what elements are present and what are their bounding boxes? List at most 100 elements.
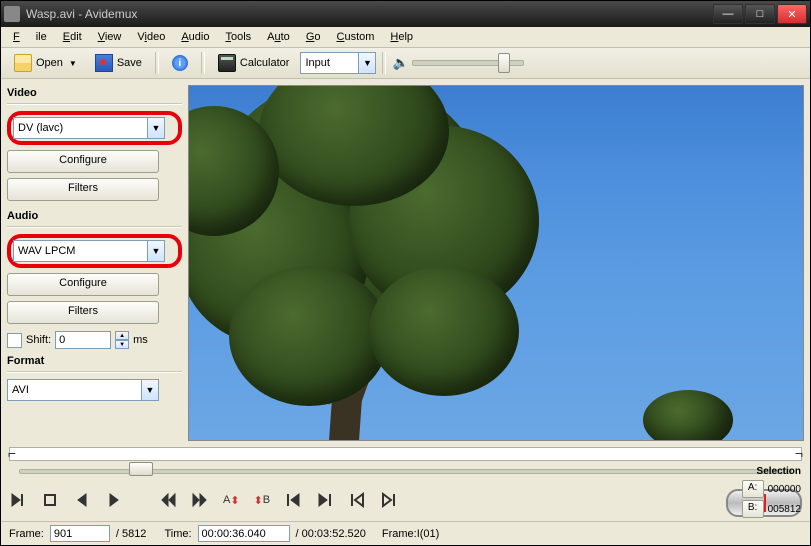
audio-codec-combo[interactable]: WAV LPCM ▼ <box>13 240 165 262</box>
shift-unit: ms <box>133 334 148 346</box>
time-input[interactable] <box>198 525 290 542</box>
divider <box>7 371 182 373</box>
open-label: Open <box>36 57 63 69</box>
selection-panel: Selection A: 000000 B: 005812 <box>742 466 801 520</box>
prev-black-button[interactable] <box>348 491 366 509</box>
menu-auto[interactable]: Auto <box>259 29 298 45</box>
position-slider[interactable] <box>19 465 792 475</box>
main-area: Video DV (lavc) ▼ Configure Filters Audi… <box>1 79 810 447</box>
frame-label: Frame: <box>9 528 44 540</box>
shift-spinner[interactable]: ▲▼ <box>115 331 129 349</box>
frame-input[interactable] <box>50 525 110 542</box>
frame-total: / 5812 <box>116 528 147 540</box>
menu-audio[interactable]: Audio <box>173 29 217 45</box>
frame-type: Frame:I(01) <box>382 528 439 540</box>
info-button[interactable]: i <box>165 51 195 75</box>
goto-a-button[interactable]: A: <box>742 480 764 498</box>
stop-button[interactable] <box>41 491 59 509</box>
selection-a-value: 000000 <box>768 484 801 495</box>
shift-input[interactable] <box>55 331 111 349</box>
goto-end-button[interactable] <box>316 491 334 509</box>
toolbar-separator <box>201 52 205 74</box>
highlight-video-codec: DV (lavc) ▼ <box>7 111 182 145</box>
play-button[interactable] <box>9 491 27 509</box>
sidebar: Video DV (lavc) ▼ Configure Filters Audi… <box>1 79 188 447</box>
set-marker-a-button[interactable]: A⬍ <box>223 491 240 509</box>
prev-keyframe-button[interactable] <box>159 491 177 509</box>
time-total: / 00:03:52.520 <box>296 528 366 540</box>
calculator-button[interactable]: Calculator <box>211 51 297 75</box>
menu-file[interactable]: File <box>5 29 55 45</box>
format-value: AVI <box>8 384 141 396</box>
menu-video[interactable]: Video <box>129 29 173 45</box>
divider <box>7 226 182 228</box>
speaker-icon[interactable] <box>392 55 408 71</box>
shift-checkbox[interactable] <box>7 333 22 348</box>
next-frame-button[interactable] <box>105 491 123 509</box>
chevron-down-icon: ▼ <box>147 118 164 138</box>
marker-a-icon: ⌐ <box>8 445 16 461</box>
time-label: Time: <box>164 528 191 540</box>
format-section-label: Format <box>7 355 182 367</box>
menubar: File Edit View Video Audio Tools Auto Go… <box>1 27 810 48</box>
position-thumb[interactable] <box>129 462 153 476</box>
app-icon <box>4 6 20 22</box>
app-window: Wasp.avi - Avidemux — □ ✕ File Edit View… <box>0 0 811 546</box>
audio-codec-value: WAV LPCM <box>14 245 147 257</box>
menu-custom[interactable]: Custom <box>329 29 383 45</box>
chevron-down-icon: ▼ <box>147 241 164 261</box>
bottom-bar: A⬍ ⬍B Selection A: 000000 B: 005812 <box>1 487 810 521</box>
goto-b-button[interactable]: B: <box>742 500 764 518</box>
save-button[interactable]: Save <box>88 51 149 75</box>
mode-combo[interactable]: Input ▼ <box>300 52 376 74</box>
audio-section-label: Audio <box>7 210 182 222</box>
video-section-label: Video <box>7 87 182 99</box>
volume-thumb[interactable] <box>498 53 510 73</box>
audio-configure-button[interactable]: Configure <box>7 273 159 296</box>
divider <box>7 103 182 105</box>
format-combo[interactable]: AVI ▼ <box>7 379 159 401</box>
close-button[interactable]: ✕ <box>777 4 807 24</box>
shift-label: Shift: <box>26 334 51 346</box>
audio-filters-button[interactable]: Filters <box>7 301 159 324</box>
save-label: Save <box>117 57 142 69</box>
toolbar-separator <box>155 52 159 74</box>
toolbar: Open ▼ Save i Calculator Input ▼ <box>1 48 810 79</box>
timeline-area: ⌐ ¬ <box>1 447 810 487</box>
chevron-down-icon: ▼ <box>141 380 158 400</box>
menu-help[interactable]: Help <box>382 29 421 45</box>
menu-tools[interactable]: Tools <box>217 29 259 45</box>
video-preview <box>188 85 804 441</box>
mode-value: Input <box>301 57 358 69</box>
marker-b-icon: ¬ <box>795 445 803 461</box>
set-marker-b-button[interactable]: ⬍B <box>254 491 271 509</box>
window-title: Wasp.avi - Avidemux <box>26 7 713 21</box>
open-dropdown-arrow-icon[interactable]: ▼ <box>69 59 77 68</box>
video-codec-combo[interactable]: DV (lavc) ▼ <box>13 117 165 139</box>
menu-view[interactable]: View <box>90 29 130 45</box>
transport-controls: A⬍ ⬍B <box>9 489 720 511</box>
volume-slider[interactable] <box>412 60 524 66</box>
minimize-button[interactable]: — <box>713 4 743 24</box>
next-keyframe-button[interactable] <box>191 491 209 509</box>
menu-edit[interactable]: Edit <box>55 29 90 45</box>
folder-icon <box>14 54 32 72</box>
goto-start-button[interactable] <box>284 491 302 509</box>
selection-label: Selection <box>742 466 801 477</box>
selection-track[interactable]: ⌐ ¬ <box>9 447 802 461</box>
video-filters-button[interactable]: Filters <box>7 178 159 201</box>
calculator-icon <box>218 54 236 72</box>
menu-go[interactable]: Go <box>298 29 329 45</box>
info-icon: i <box>172 55 188 71</box>
highlight-audio-codec: WAV LPCM ▼ <box>7 234 182 268</box>
video-configure-button[interactable]: Configure <box>7 150 159 173</box>
disk-icon <box>95 54 113 72</box>
open-button[interactable]: Open ▼ <box>7 51 84 75</box>
selection-b-value: 005812 <box>768 504 801 515</box>
next-black-button[interactable] <box>380 491 398 509</box>
titlebar: Wasp.avi - Avidemux — □ ✕ <box>1 1 810 27</box>
calculator-label: Calculator <box>240 57 290 69</box>
video-codec-value: DV (lavc) <box>14 122 147 134</box>
maximize-button[interactable]: □ <box>745 4 775 24</box>
prev-frame-button[interactable] <box>73 491 91 509</box>
